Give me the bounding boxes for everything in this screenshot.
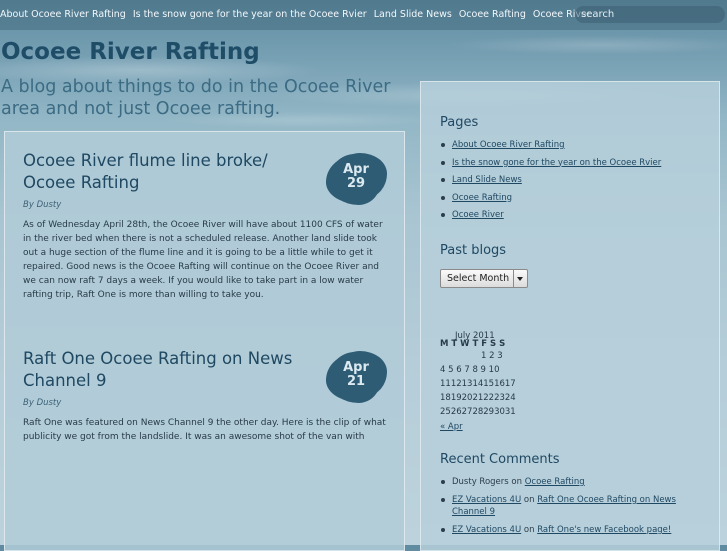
site-title[interactable]: Ocoee River Rafting (1, 39, 260, 65)
post-author: By Dusty (23, 200, 62, 210)
list-item: EZ Vacations 4U on Raft One's new Facebo… (440, 524, 710, 536)
comments-heading: Recent Comments (440, 452, 560, 467)
comment-author: Dusty Rogers (452, 477, 509, 487)
nav-link-ocoee-rafting[interactable]: Ocoee Rafting (459, 9, 526, 20)
date-day: 21 (346, 374, 366, 389)
pages-heading: Pages (440, 115, 479, 130)
sidebar: Pages About Ocoee River Rafting Is the s… (420, 81, 720, 551)
page-link[interactable]: Ocoee River (452, 210, 504, 220)
page-link[interactable]: About Ocoee River Rafting (452, 140, 565, 150)
list-item: Land Slide News (440, 174, 710, 186)
top-navigation: About Ocoee River Rafting Is the snow go… (0, 0, 727, 30)
comment-post-link[interactable]: Ocoee Rafting (525, 477, 585, 487)
post-author: By Dusty (23, 398, 62, 408)
list-item: Ocoee River (440, 209, 710, 221)
pages-list: About Ocoee River Rafting Is the snow go… (440, 139, 710, 227)
nav-links: About Ocoee River Rafting Is the snow go… (0, 9, 595, 20)
archive-heading: Past blogs (440, 243, 507, 258)
comment-on: on (511, 477, 522, 487)
post-title[interactable]: Ocoee River flume line broke/ Ocoee Raft… (23, 150, 323, 194)
site-description: A blog about things to do in the Ocoee R… (1, 77, 391, 119)
list-item: EZ Vacations 4U on Raft One Ocoee Raftin… (440, 494, 710, 518)
date-badge: Apr 29 (323, 152, 389, 204)
comment-on: on (523, 495, 535, 505)
calendar-row: 25262728293031 (440, 407, 516, 417)
nav-link-landslide[interactable]: Land Slide News (374, 9, 452, 20)
date-month: Apr (343, 162, 369, 177)
post-body: As of Wednesday April 28th, the Ocoee Ri… (23, 220, 383, 300)
select-label: Select Month (447, 273, 510, 284)
search-input[interactable] (575, 6, 725, 23)
date-month: Apr (343, 360, 369, 375)
main-content: Ocoee River flume line broke/ Ocoee Raft… (4, 131, 405, 551)
post-body: Raft One was featured on News Channel 9 … (23, 418, 386, 442)
page-link[interactable]: Is the snow gone for the year on the Oco… (452, 158, 661, 168)
date-day: 29 (346, 176, 366, 191)
list-item: Ocoee Rafting (440, 192, 710, 204)
calendar-row: 18192021222324 (440, 393, 516, 403)
calendar-prev-link[interactable]: « Apr (440, 422, 463, 432)
chevron-down-icon[interactable] (513, 270, 527, 287)
comment-on: on (523, 525, 535, 535)
list-item: Dusty Rogers on Ocoee Rafting (440, 476, 710, 488)
page-link[interactable]: Ocoee Rafting (452, 193, 512, 203)
calendar-row: 11121314151617 (440, 379, 516, 389)
archive-month-select[interactable]: Select Month (440, 269, 528, 288)
comment-author-link[interactable]: EZ Vacations 4U (452, 495, 521, 505)
page-link[interactable]: Land Slide News (452, 175, 522, 185)
calendar-row: 4 5 6 7 8 9 10 (440, 365, 500, 375)
nav-link-snow[interactable]: Is the snow gone for the year on the Oco… (133, 9, 367, 20)
list-item: Is the snow gone for the year on the Oco… (440, 157, 710, 169)
comment-author-link[interactable]: EZ Vacations 4U (452, 525, 521, 535)
list-item: About Ocoee River Rafting (440, 139, 710, 151)
calendar-row: 1 2 3 (481, 351, 503, 361)
recent-comments-list: Dusty Rogers on Ocoee Rafting EZ Vacatio… (440, 476, 710, 542)
post-title[interactable]: Raft One Ocoee Rafting on News Channel 9 (23, 348, 323, 392)
nav-link-about[interactable]: About Ocoee River Rafting (0, 9, 126, 20)
comment-post-link[interactable]: Raft One's new Facebook page! (537, 525, 671, 535)
date-badge: Apr 21 (323, 350, 389, 402)
